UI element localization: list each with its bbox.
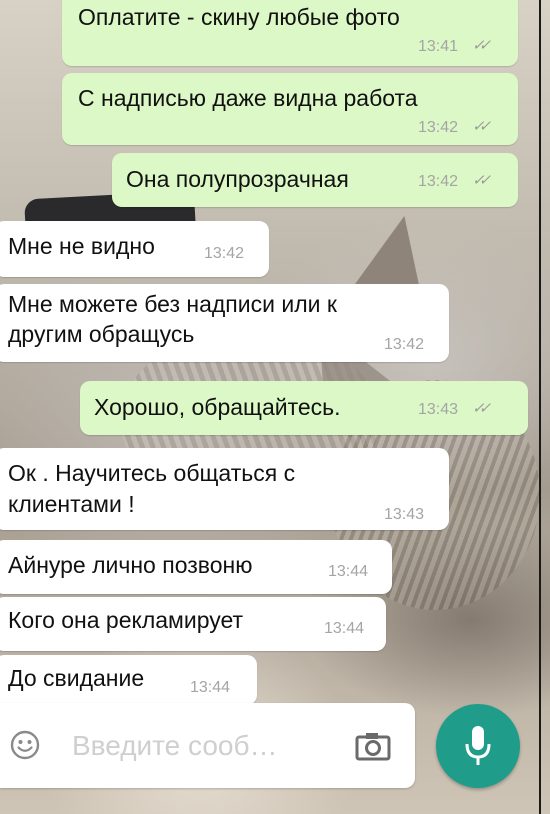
message-bubble-incoming[interactable]: Кого она рекламирует 13:44	[0, 597, 386, 651]
message-time: 13:43	[384, 506, 425, 523]
screenshot-edge-divider	[539, 0, 541, 814]
microphone-icon	[465, 726, 491, 765]
message-text: Она полупрозрачная	[126, 166, 349, 192]
message-time: 13:44	[328, 563, 369, 580]
message-composer: Введите сооб…	[0, 703, 415, 788]
read-receipt-icon: ✓✓	[472, 172, 491, 189]
message-time: 13:41	[418, 38, 459, 55]
message-bubble-outgoing[interactable]: С надписью даже видна работа 13:42 ✓✓	[62, 73, 518, 145]
message-time: 13:42	[418, 173, 459, 190]
message-bubble-incoming[interactable]: Ок . Научитесь общаться с клиентами ! 13…	[0, 448, 449, 530]
message-time: 13:44	[324, 620, 365, 637]
message-text: Айнуре лично позвоню	[8, 552, 253, 578]
message-input[interactable]: Введите сооб…	[72, 730, 278, 762]
message-time: 13:42	[204, 245, 245, 262]
message-text: Хорошо, обращайтесь.	[94, 394, 341, 420]
message-time: 13:44	[190, 679, 231, 696]
message-time: 13:43	[418, 401, 459, 418]
read-receipt-icon: ✓✓	[472, 37, 491, 54]
message-text: До свидание	[8, 665, 145, 691]
message-bubble-outgoing[interactable]: Хорошо, обращайтесь. 13:43 ✓✓	[80, 381, 528, 435]
message-text: С надписью даже видна работа	[78, 85, 418, 111]
message-bubble-incoming[interactable]: Айнуре лично позвоню 13:44	[0, 540, 392, 594]
message-text: другим обращусь	[8, 321, 195, 347]
message-text: Кого она рекламирует	[8, 607, 244, 633]
message-bubble-outgoing[interactable]: Она полупрозрачная 13:42 ✓✓	[112, 153, 518, 207]
voice-record-button[interactable]	[436, 704, 520, 788]
message-text: Оплатите - скину любые фото	[78, 4, 400, 30]
message-text: клиентами !	[8, 491, 135, 517]
message-bubble-incoming[interactable]: Мне можете без надписи или к другим обра…	[0, 284, 449, 362]
message-bubble-outgoing[interactable]: Оплатите - скину любые фото 13:41 ✓✓	[62, 0, 518, 66]
read-receipt-icon: ✓✓	[472, 118, 491, 135]
message-bubble-incoming[interactable]: Мне не видно 13:42	[0, 221, 269, 277]
message-time: 13:42	[384, 336, 425, 353]
read-receipt-icon: ✓✓	[472, 400, 491, 417]
message-time: 13:42	[418, 119, 459, 136]
message-text: Мне можете без надписи или к	[8, 291, 337, 317]
message-text: Мне не видно	[8, 233, 155, 259]
smiley-icon[interactable]	[10, 730, 40, 760]
camera-icon[interactable]	[355, 731, 391, 761]
message-bubble-incoming[interactable]: До свидание 13:44	[0, 655, 257, 705]
message-text: Ок . Научитесь общаться с	[8, 460, 296, 486]
